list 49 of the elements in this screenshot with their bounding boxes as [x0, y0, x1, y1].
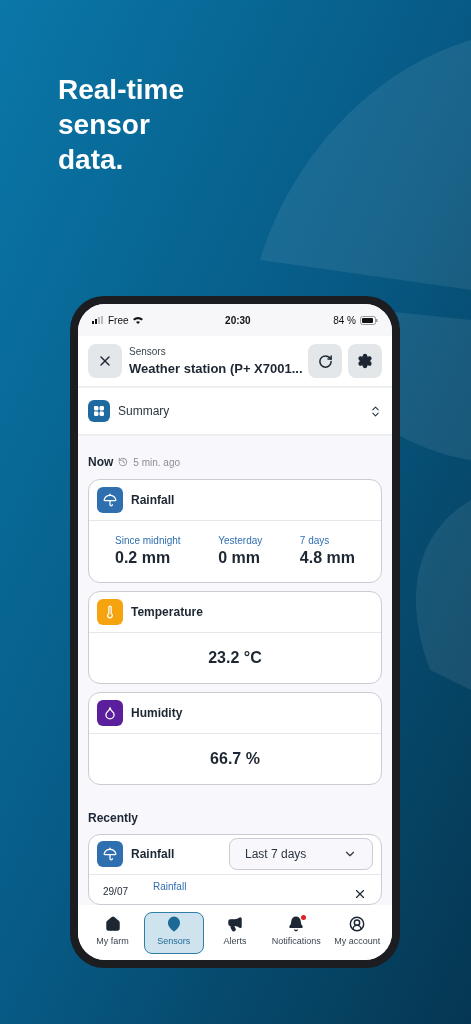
stat-label: Yesterday: [218, 535, 263, 548]
bell-icon: [288, 916, 305, 933]
battery-percent: 84 %: [333, 313, 356, 328]
reading-value: 23.2 °C: [208, 647, 262, 668]
section-title: Recently: [88, 809, 140, 827]
pin-icon: [165, 916, 182, 933]
account-icon: [349, 916, 366, 933]
home-icon: [104, 916, 121, 933]
sensor-card[interactable]: Temperature 23.2 °C: [88, 590, 382, 684]
section-title: Now: [88, 454, 114, 471]
headline: Real-time sensor data.: [58, 73, 186, 177]
card-title: Humidity: [131, 704, 183, 722]
clock-icon: [118, 457, 129, 467]
card-title: Rainfall: [131, 492, 175, 509]
reading-value: 66.7 %: [210, 748, 260, 769]
nav-tab[interactable]: My farm: [82, 911, 143, 954]
refresh-icon: [317, 353, 333, 369]
view-select[interactable]: Summary: [78, 388, 392, 436]
settings-button[interactable]: [348, 344, 382, 378]
row-date: 29/07: [103, 884, 130, 899]
refresh-button[interactable]: [308, 344, 342, 378]
grid-icon: [88, 400, 110, 422]
updated-time: 5 min. ago: [133, 455, 181, 470]
carrier-name: Free: [108, 313, 129, 328]
sensor-card[interactable]: Rainfall Since midnight 0.2 mm Yesterday 0 mm 7 days 4.8 mm: [88, 479, 382, 583]
status-time: 20:30: [225, 313, 251, 328]
settings-icon: [357, 353, 373, 369]
updown-icon: [369, 404, 382, 418]
megaphone-icon: [226, 916, 243, 933]
header-subtitle: Sensors: [129, 344, 167, 359]
signal-icon: [92, 316, 104, 324]
stat-value: 0.2 mm: [115, 547, 172, 568]
sensor-card[interactable]: Humidity 66.7 %: [88, 691, 382, 785]
card-title: Temperature: [131, 603, 203, 621]
nav-tab[interactable]: My account: [327, 911, 388, 954]
stat-value: 0 mm: [218, 547, 261, 568]
card-title: Rainfall: [131, 846, 176, 863]
stat-label: 7 days: [299, 535, 331, 548]
header-title: Weather station (P+ X7001...: [129, 359, 302, 378]
nav-tab[interactable]: Alerts: [204, 911, 265, 954]
nav-tab[interactable]: Sensors: [143, 911, 204, 954]
wifi-icon: [132, 316, 143, 324]
battery-icon: [360, 315, 378, 325]
close-button[interactable]: [88, 344, 122, 378]
stat-value: 4.8 mm: [299, 547, 355, 568]
stat-label: Since midnight: [115, 535, 181, 548]
nav-tab[interactable]: Notifications: [266, 911, 327, 954]
period-dropdown[interactable]: Last 7 days: [229, 838, 373, 870]
row-label: Rainfall: [153, 879, 188, 894]
